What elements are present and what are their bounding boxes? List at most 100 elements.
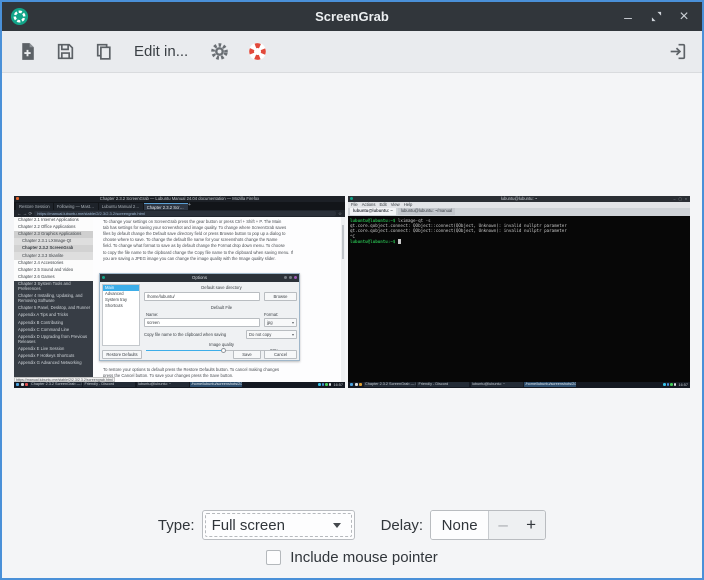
restore-button[interactable]: [646, 7, 666, 27]
browser-url-field: https://manual.lubuntu.me/stable/2/2.3/2…: [34, 211, 336, 216]
screengrab-window: ScreenGrab – × Edit in...: [0, 0, 704, 580]
taskbar-window-button: lubuntu@lubuntu: ~: [471, 382, 523, 387]
docs-sidebar: Chapter 2.1 Internet Applications Chapter…: [14, 217, 93, 382]
browser-app-icon: [16, 197, 19, 200]
taskbar-icon: [355, 383, 358, 386]
name-label: Name:: [146, 312, 158, 317]
gear-icon: [209, 41, 230, 62]
sidebar-chapter-item: Chapter 2.1 Internet Applications: [14, 217, 93, 224]
left-monitor-taskbar: Chapter 2.3.2 ScreenGrab — Lubuntu Manua…: [14, 382, 345, 388]
save-dir-label: Default save directory: [144, 285, 299, 290]
settings-button[interactable]: [206, 39, 232, 65]
delay-value: None: [431, 511, 489, 539]
copy-icon: [93, 41, 114, 62]
format-label: Format:: [264, 312, 278, 317]
restore-icon: [651, 11, 662, 22]
window-title: ScreenGrab: [2, 9, 702, 24]
delay-spinbox[interactable]: None – +: [430, 510, 546, 540]
taskbar-menu-icon: [350, 383, 353, 386]
include-pointer-checkbox[interactable]: [266, 550, 281, 565]
close-button[interactable]: ×: [674, 7, 694, 27]
browser-bookmark-icon: ☆: [338, 210, 342, 217]
taskbar-window-button: lubuntu@lubuntu: ~: [137, 382, 189, 387]
browser-tab: Restore Session: [16, 203, 53, 210]
toolbar: Edit in...: [2, 31, 702, 73]
terminal-tabbar: lubuntu@lubuntu: ~lubuntu@lubuntu: ~/man…: [348, 208, 690, 216]
format-select: jpg: [264, 318, 297, 327]
sidebar-chapter-item: Chapter 5 Panel, Desktop, and Runner: [14, 305, 93, 312]
options-dialog-titlebar: Options: [100, 274, 299, 282]
new-screenshot-button[interactable]: [14, 39, 40, 65]
default-file-label: Default File: [144, 305, 299, 310]
options-dialog-nav: MainAdvancedSystem trayShortcuts: [102, 284, 140, 346]
taskbar-menu-icon: [16, 383, 19, 386]
browse-button-preview: Browse: [264, 292, 297, 301]
browser-newtab: +: [186, 202, 193, 209]
titlebar: ScreenGrab – ×: [2, 2, 702, 31]
options-dialog-buttons: [284, 276, 297, 279]
copy-clipboard-select: Do not copy: [246, 330, 297, 339]
sidebar-chapter-item: Chapter 2.5 Sound and Video: [14, 267, 93, 274]
terminal-line: lubuntu@lubuntu:~$: [350, 239, 688, 244]
browser-tabbar: Restore SessionFollowing — MastodonLubun…: [14, 202, 345, 210]
quit-button[interactable]: [664, 39, 690, 65]
sidebar-chapter-item: Appendix C Command Line: [14, 327, 93, 334]
browser-nav-icons: ← → ⟳: [17, 210, 32, 217]
sidebar-chapter-item: Appendix F Hotkeys Shortcuts: [14, 353, 93, 360]
name-input: screen: [144, 318, 260, 327]
preview-left-monitor: Chapter 2.3.2 ScreenGrab — Lubuntu Manua…: [14, 196, 345, 388]
sidebar-chapter-item: Appendix E Live Session: [14, 346, 93, 353]
restore-defaults-button-preview: Restore Defaults: [102, 350, 142, 359]
capture-controls: Type: Full screen Delay: None – + Includ…: [2, 510, 702, 578]
sidebar-chapter-item: Chapter 2.6 Games: [14, 274, 93, 281]
docs-scrollbar: [341, 217, 345, 382]
copy-clipboard-label: Copy file name to the clipboard when sav…: [144, 332, 226, 337]
delay-decrement-button[interactable]: –: [489, 511, 517, 539]
taskbar-clock: 16:57: [332, 382, 343, 388]
type-combobox[interactable]: Full screen: [202, 510, 355, 540]
taskbar-clock: 16:57: [677, 382, 688, 388]
include-pointer-label: Include mouse pointer: [290, 549, 438, 566]
terminal-output: lubuntu@lubuntu:~$ lximage-qt -sqt.core.…: [348, 216, 690, 382]
save-icon: [55, 41, 76, 62]
new-screenshot-icon: [17, 41, 38, 62]
sidebar-chapter-item: Chapter 2.3.3 Skanlite: [14, 252, 93, 259]
minimize-button[interactable]: –: [618, 7, 638, 27]
sidebar-chapter-item: Chapter 2.3 Graphics Applications: [14, 231, 93, 238]
preview-area: Chapter 2.3.2 ScreenGrab — Lubuntu Manua…: [2, 73, 702, 510]
sidebar-chapter-item: Chapter 4 Installing, Updating, and Remo…: [14, 293, 93, 305]
taskbar-window-button: Chapter 2.3.2 ScreenGrab — Lubuntu Manua…: [364, 382, 416, 387]
taskbar-window-button: Friendly - Discord: [417, 382, 469, 387]
type-value: Full screen: [212, 517, 333, 534]
sidebar-chapter-item: Appendix G Advanced Networking: [14, 360, 93, 367]
save-button[interactable]: [52, 39, 78, 65]
sidebar-chapter-item: Chapter 2.3.1 LXImage-Qt: [14, 238, 93, 245]
system-tray: 16:57: [318, 382, 343, 388]
copy-button[interactable]: [90, 39, 116, 65]
image-quality-label: Image quality: [144, 342, 299, 347]
screenshot-preview: Chapter 2.3.2 ScreenGrab — Lubuntu Manua…: [14, 196, 690, 388]
help-button[interactable]: [244, 39, 270, 65]
sidebar-chapter-item: Chapter 2.3.2 ScreenGrab: [14, 245, 93, 252]
delay-increment-button[interactable]: +: [517, 511, 545, 539]
docs-content: To change your settings on ScreenGrab pr…: [93, 217, 345, 382]
sidebar-chapter-item: Appendix A Tips and Tricks: [14, 312, 93, 319]
options-dialog-icon: [102, 276, 105, 279]
taskbar-window-button: Friendly - Discord: [83, 382, 135, 387]
type-label: Type:: [158, 517, 195, 534]
options-nav-item: Shortcuts: [103, 303, 139, 309]
preview-right-monitor: lubuntu@lubuntu: ~ – ▢ × FileActionsEdit…: [348, 196, 690, 388]
taskbar-window-button: /home/lubuntu/screenshots/2/2.3/2.3.2/sc…: [190, 382, 242, 387]
browser-tab: Following — Mastodon: [54, 203, 98, 210]
browser-urlbar: ← → ⟳ https://manual.lubuntu.me/stable/2…: [14, 210, 345, 217]
slider-handle: [221, 348, 226, 353]
edit-in-button[interactable]: Edit in...: [134, 43, 188, 60]
save-button-preview: Save: [233, 350, 261, 359]
sidebar-chapter-item: Chapter 2.4 Accessories: [14, 260, 93, 267]
terminal-tab: lubuntu@lubuntu: ~/manual: [398, 208, 455, 215]
cancel-button-preview: Cancel: [264, 350, 297, 359]
taskbar-icon: [359, 383, 362, 386]
docs-text-line: press the Cancel button. To save your ch…: [103, 373, 331, 379]
delay-label: Delay:: [381, 517, 424, 534]
app-shutter-icon: [10, 7, 29, 26]
